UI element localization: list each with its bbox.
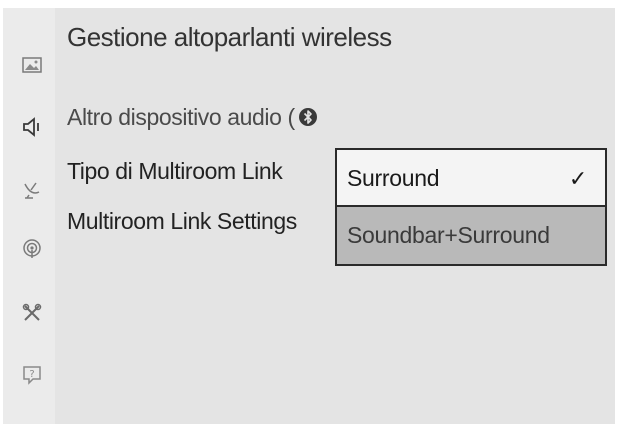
speaker-icon[interactable] bbox=[21, 116, 43, 138]
option-label: Surround bbox=[347, 165, 440, 191]
menu-item-label: Altro dispositivo audio ( bbox=[67, 104, 295, 130]
page-title: Gestione altoparlanti wireless bbox=[67, 22, 392, 52]
broadcast-icon[interactable] bbox=[21, 238, 43, 260]
option-label: Soundbar+Surround bbox=[347, 222, 550, 248]
settings-screen: ? Gestione altoparlanti wireless Altro d… bbox=[3, 8, 615, 424]
sidebar: ? bbox=[3, 8, 55, 424]
checkmark-icon: ✓ bbox=[568, 166, 587, 191]
help-icon[interactable]: ? bbox=[21, 364, 43, 386]
multiroom-link-type-dropdown[interactable]: Surround ✓ Soundbar+Surround bbox=[335, 148, 607, 266]
menu-item-multiroom-link-type[interactable]: Tipo di Multiroom Link bbox=[67, 158, 283, 185]
svg-text:?: ? bbox=[29, 369, 34, 380]
menu-item-other-audio-device[interactable]: Altro dispositivo audio ( bbox=[67, 104, 319, 131]
satellite-icon[interactable] bbox=[21, 178, 43, 200]
bluetooth-icon bbox=[297, 105, 319, 129]
option-soundbar-surround[interactable]: Soundbar+Surround bbox=[337, 207, 605, 264]
menu-item-multiroom-link-settings[interactable]: Multiroom Link Settings bbox=[67, 208, 297, 235]
picture-icon[interactable] bbox=[21, 54, 43, 76]
tools-icon[interactable] bbox=[21, 302, 43, 324]
option-surround[interactable]: Surround ✓ bbox=[337, 150, 605, 207]
